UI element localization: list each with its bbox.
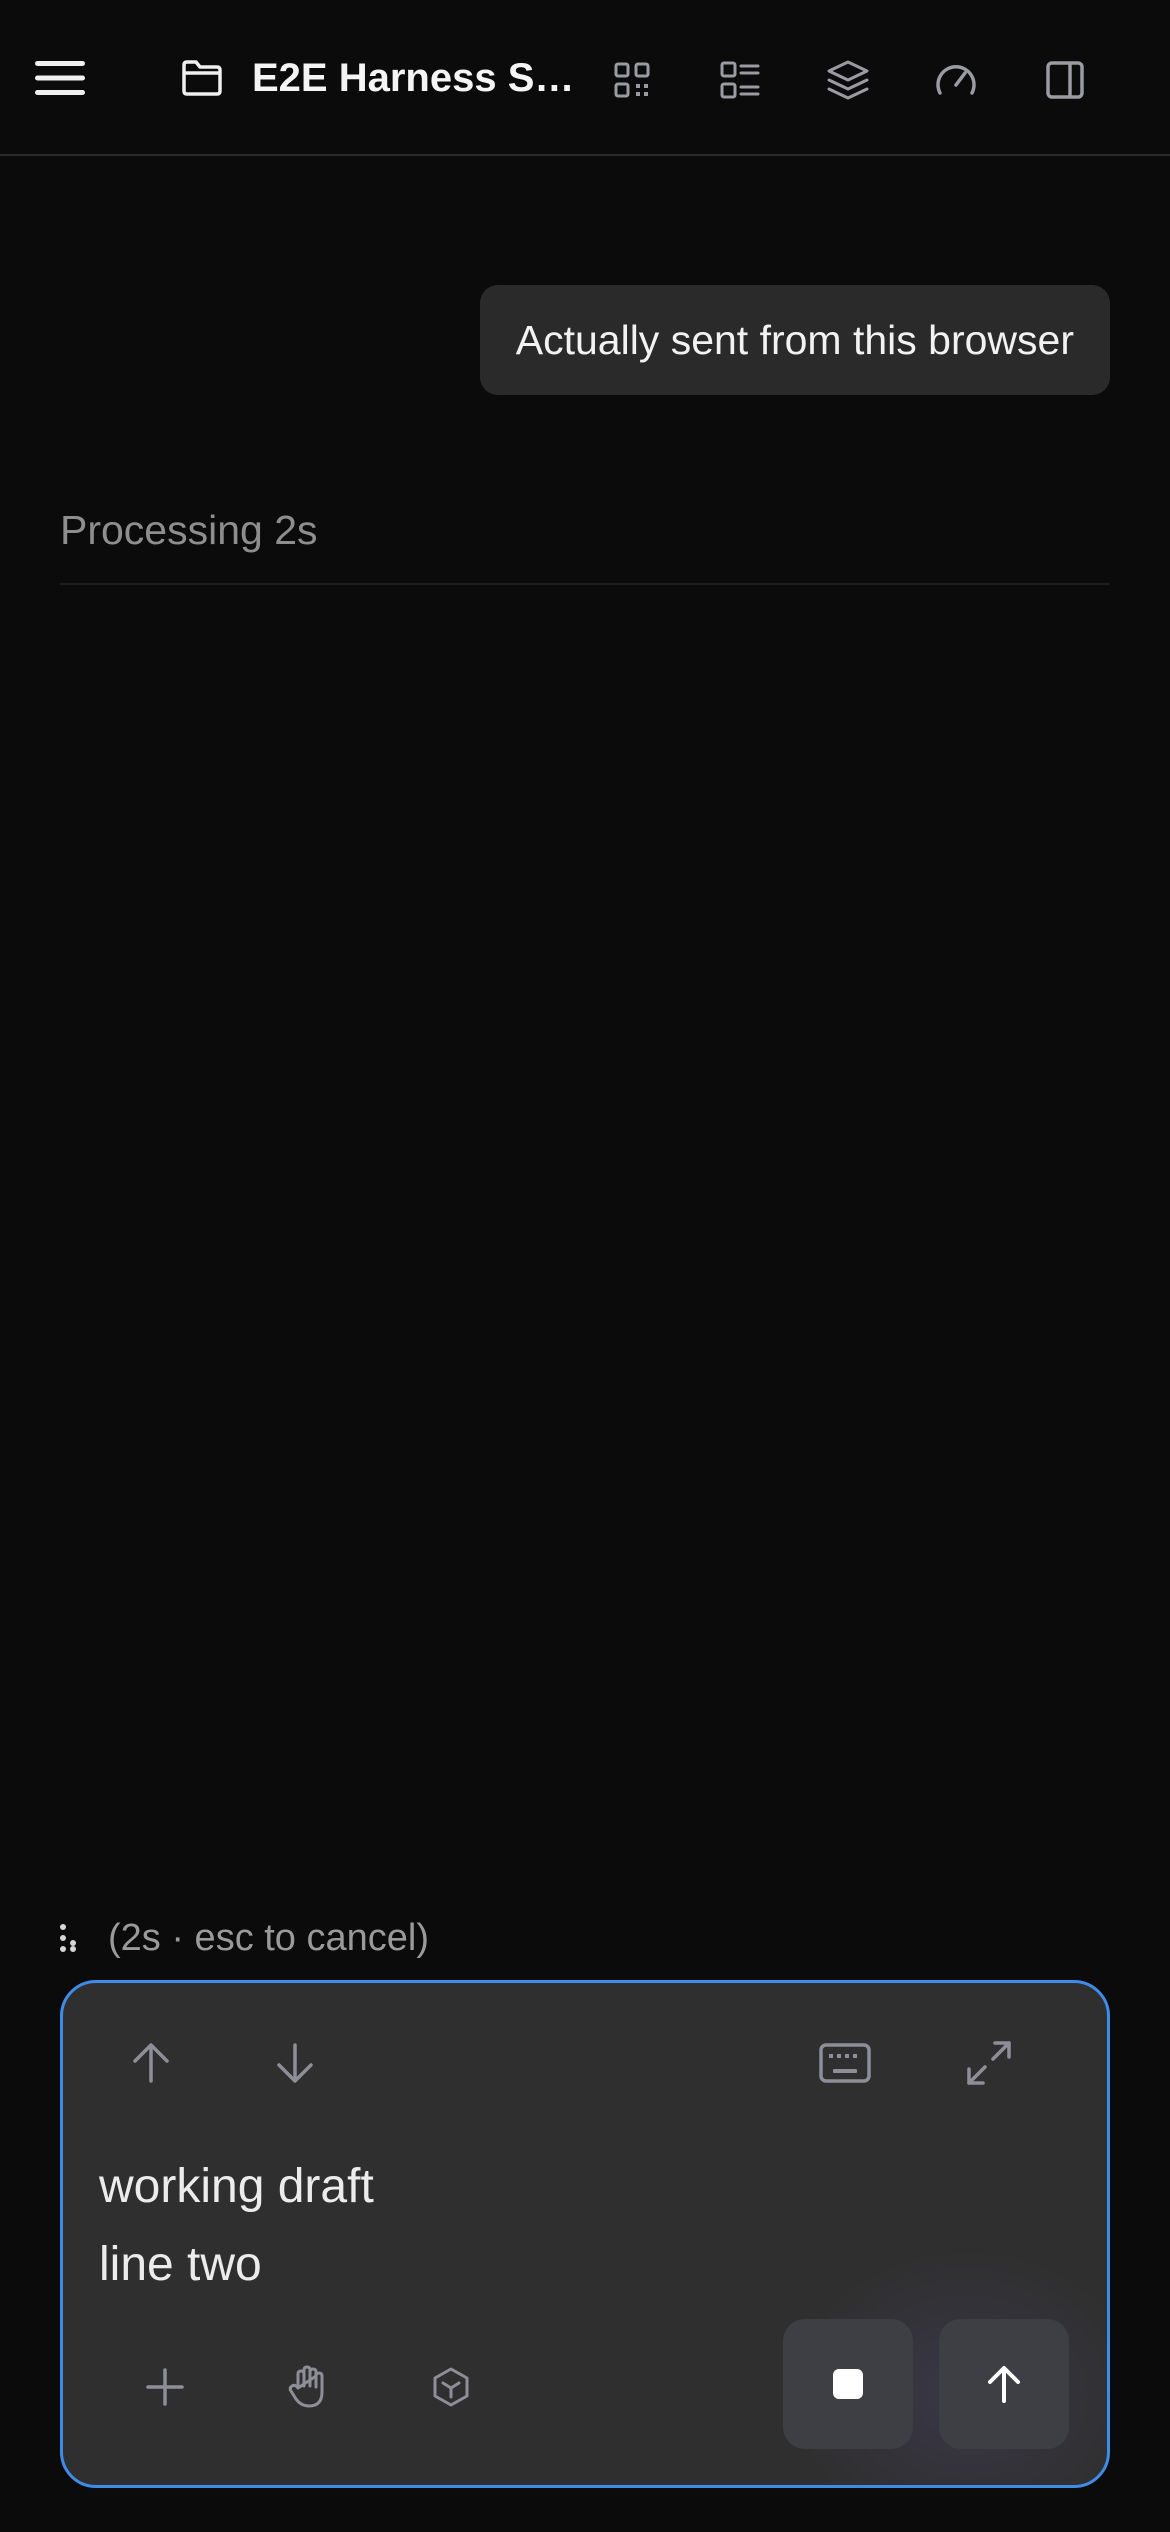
folder-button[interactable] [176, 54, 228, 102]
qr-code-icon [614, 62, 650, 98]
send-button[interactable] [939, 2319, 1069, 2449]
gauge-icon [936, 65, 976, 95]
expand-button[interactable] [957, 2031, 1021, 2095]
layers-button[interactable] [822, 54, 874, 106]
stop-button[interactable] [783, 2319, 913, 2449]
status-text: (2s · esc to cancel) [108, 1916, 429, 1959]
menu-icon [35, 61, 85, 95]
plus-icon [146, 2368, 184, 2406]
arrow-down-icon [277, 2043, 313, 2083]
attach-button[interactable] [133, 2355, 197, 2419]
composer[interactable]: working draft line two [60, 1980, 1110, 2488]
model-button[interactable] [419, 2355, 483, 2419]
divider [60, 583, 1110, 585]
stop-icon [833, 2369, 863, 2399]
interrupt-button[interactable] [276, 2355, 340, 2419]
processing-label: Processing 2s [60, 507, 318, 553]
list-view-button[interactable] [716, 56, 764, 104]
user-message-text: Actually sent from this browser [515, 316, 1074, 363]
hand-icon [288, 2365, 324, 2408]
qr-code-button[interactable] [608, 56, 656, 104]
history-down-button[interactable] [263, 2031, 327, 2095]
user-message-bubble: Actually sent from this browser [479, 285, 1110, 395]
cube-icon [433, 2367, 469, 2407]
gauge-button[interactable] [930, 56, 982, 104]
status-line: (2s · esc to cancel) [58, 1908, 429, 1968]
keyboard-button[interactable] [813, 2031, 877, 2095]
layers-icon [827, 60, 869, 100]
history-up-button[interactable] [119, 2031, 183, 2095]
session-title[interactable]: E2E Harness Session [252, 50, 592, 106]
sidebar-panel-icon [1046, 61, 1084, 99]
spinner-icon [58, 1918, 88, 1958]
menu-button[interactable] [30, 48, 90, 108]
message-input[interactable]: working draft line two [99, 2148, 374, 2304]
top-bar: E2E Harness Session [0, 0, 1170, 156]
folder-icon [182, 60, 222, 96]
send-arrow-icon [988, 2366, 1020, 2403]
list-view-icon [720, 61, 760, 99]
arrow-up-icon [133, 2043, 169, 2083]
keyboard-icon [819, 2043, 871, 2083]
sidebar-panel-button[interactable] [1040, 56, 1090, 104]
expand-icon [967, 2041, 1011, 2085]
